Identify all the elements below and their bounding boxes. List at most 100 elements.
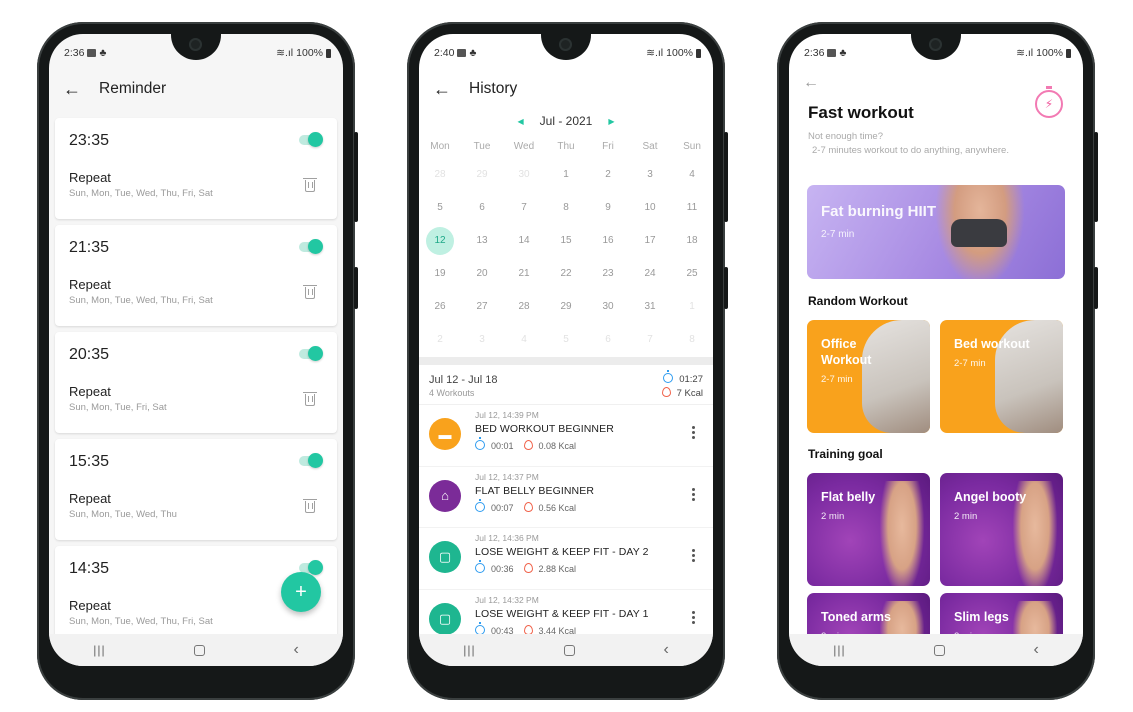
calendar-day[interactable]: 28 <box>503 290 545 323</box>
reminder-toggle[interactable] <box>299 239 323 254</box>
calendar-day[interactable]: 4 <box>503 323 545 356</box>
prev-month-icon[interactable]: ◀ <box>517 117 523 126</box>
fire-icon <box>523 563 533 573</box>
calendar-day[interactable]: 26 <box>419 290 461 323</box>
calendar-day[interactable]: 7 <box>629 323 671 356</box>
calendar-day[interactable]: 2 <box>587 158 629 191</box>
calendar-day-selected[interactable]: 12 <box>419 224 461 257</box>
recents-button[interactable]: ||| <box>463 643 475 657</box>
hiit-banner[interactable]: Fat burning HIIT 2-7 min <box>807 185 1065 279</box>
calendar-day[interactable]: 29 <box>545 290 587 323</box>
calendar-day[interactable]: 30 <box>587 290 629 323</box>
trash-icon[interactable] <box>303 178 317 192</box>
calendar-day[interactable]: 18 <box>671 224 713 257</box>
calendar-day[interactable]: 13 <box>461 224 503 257</box>
day-number: 13 <box>476 235 488 246</box>
calendar-day[interactable]: 1 <box>545 158 587 191</box>
recents-button[interactable]: ||| <box>93 643 105 657</box>
reminder-time[interactable]: 14:35 <box>69 560 323 578</box>
more-options-icon[interactable] <box>692 610 695 624</box>
calendar-day[interactable]: 1 <box>671 290 713 323</box>
calendar-day[interactable]: 19 <box>419 257 461 290</box>
back-arrow-icon[interactable]: ← <box>433 79 451 100</box>
reminder-toggle[interactable] <box>299 346 323 361</box>
calendar-day[interactable]: 3 <box>461 323 503 356</box>
home-button[interactable] <box>194 644 206 656</box>
goal-card-flat-belly[interactable]: Flat belly 2 min <box>807 473 930 586</box>
home-button[interactable] <box>934 644 946 656</box>
reminder-time[interactable]: 21:35 <box>69 239 323 257</box>
trash-icon[interactable] <box>303 499 317 513</box>
more-options-icon[interactable] <box>692 426 695 439</box>
reminder-card[interactable]: 21:35 Repeat Sun, Mon, Tue, Wed, Thu, Fr… <box>55 225 337 326</box>
power-button <box>354 267 358 309</box>
day-number: 5 <box>563 334 569 345</box>
calendar-day[interactable]: 9 <box>587 191 629 224</box>
home-button[interactable] <box>564 644 576 656</box>
day-number: 6 <box>605 334 611 345</box>
calendar-day[interactable]: 3 <box>629 158 671 191</box>
calendar-day[interactable]: 20 <box>461 257 503 290</box>
more-options-icon[interactable] <box>692 487 695 501</box>
calendar-day[interactable]: 25 <box>671 257 713 290</box>
calendar-day[interactable]: 8 <box>545 191 587 224</box>
back-arrow-icon[interactable]: ← <box>803 74 819 92</box>
calendar-day[interactable]: 6 <box>587 323 629 356</box>
reminder-time[interactable]: 23:35 <box>69 132 323 150</box>
calendar-day[interactable]: 28 <box>419 158 461 191</box>
calendar-day[interactable]: 16 <box>587 224 629 257</box>
day-number: 19 <box>434 268 446 279</box>
camera-icon <box>929 38 942 51</box>
next-month-icon[interactable]: ▶ <box>608 117 614 126</box>
calendar-day[interactable]: 6 <box>461 191 503 224</box>
reminder-time[interactable]: 20:35 <box>69 346 323 364</box>
calendar-day[interactable]: 10 <box>629 191 671 224</box>
calendar-day[interactable]: 21 <box>503 257 545 290</box>
calendar-week: 12 13 14 15 16 17 18 <box>419 224 713 257</box>
calendar-day[interactable]: 31 <box>629 290 671 323</box>
calendar-day[interactable]: 22 <box>545 257 587 290</box>
reminder-toggle[interactable] <box>299 453 323 468</box>
battery-level: 100% <box>296 47 323 59</box>
calendar-week: 5 6 7 8 9 10 11 <box>419 191 713 224</box>
calendar-day[interactable]: 11 <box>671 191 713 224</box>
recents-button[interactable]: ||| <box>833 643 845 657</box>
more-options-icon[interactable] <box>692 549 695 562</box>
history-item[interactable]: ▬ Jul 12, 14:39 PM BED WORKOUT BEGINNER 00:… <box>419 405 713 467</box>
calendar-day[interactable]: 5 <box>545 323 587 356</box>
calendar-day[interactable]: 8 <box>671 323 713 356</box>
history-item[interactable]: ▢ Jul 12, 14:36 PM LOSE WEIGHT & KEEP FIT … <box>419 528 713 590</box>
calendar-day[interactable]: 5 <box>419 191 461 224</box>
calendar-day[interactable]: 4 <box>671 158 713 191</box>
calendar-day[interactable]: 23 <box>587 257 629 290</box>
calendar-day[interactable]: 30 <box>503 158 545 191</box>
reminder-toggle[interactable] <box>299 132 323 147</box>
system-back-button[interactable]: ‹ <box>663 641 668 659</box>
back-arrow-icon[interactable]: ← <box>63 79 81 100</box>
calendar-day[interactable]: 27 <box>461 290 503 323</box>
history-item[interactable]: ⌂ Jul 12, 14:37 PM FLAT BELLY BEGINNER 00:0… <box>419 467 713 528</box>
calendar-day[interactable]: 15 <box>545 224 587 257</box>
app-bar: ← History <box>419 72 713 106</box>
day-number: 15 <box>560 235 572 246</box>
reminder-card[interactable]: 15:35 Repeat Sun, Mon, Tue, Wed, Thu <box>55 439 337 540</box>
day-number: 24 <box>644 268 656 279</box>
calendar-day[interactable]: 2 <box>419 323 461 356</box>
system-back-button[interactable]: ‹ <box>293 641 298 659</box>
bed-workout-card[interactable]: Bed workout 2-7 min <box>940 320 1063 433</box>
reminder-card[interactable]: 20:35 Repeat Sun, Mon, Tue, Fri, Sat <box>55 332 337 433</box>
trash-icon[interactable] <box>303 392 317 406</box>
calendar-day[interactable]: 7 <box>503 191 545 224</box>
add-reminder-button[interactable]: + <box>281 572 321 612</box>
calendar-day[interactable]: 17 <box>629 224 671 257</box>
calendar-day[interactable]: 24 <box>629 257 671 290</box>
reminder-card[interactable]: 23:35 Repeat Sun, Mon, Tue, Wed, Thu, Fr… <box>55 118 337 219</box>
calendar-day[interactable]: 14 <box>503 224 545 257</box>
calendar-day[interactable]: 29 <box>461 158 503 191</box>
goal-card-angel-booty[interactable]: Angel booty 2 min <box>940 473 1063 586</box>
office-workout-card[interactable]: Office Workout 2-7 min <box>807 320 930 433</box>
system-back-button[interactable]: ‹ <box>1033 641 1038 659</box>
battery-level: 100% <box>666 47 693 59</box>
reminder-time[interactable]: 15:35 <box>69 453 323 471</box>
trash-icon[interactable] <box>303 285 317 299</box>
